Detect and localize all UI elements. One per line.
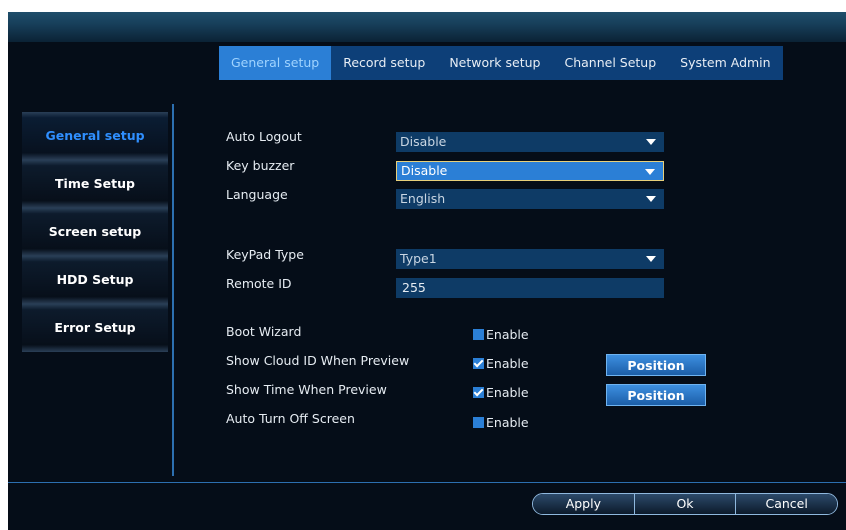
time-position-button[interactable]: Position (606, 384, 706, 406)
key-buzzer-value: Disable (401, 163, 448, 178)
boot-wizard-option: Enable (486, 326, 529, 342)
show-cloud-id-checkbox[interactable]: Enable (473, 355, 529, 371)
remote-id-input[interactable]: 255 (396, 278, 664, 298)
auto-logout-value: Disable (400, 134, 447, 149)
auto-turn-off-label: Auto Turn Off Screen (226, 411, 355, 426)
auto-turn-off-option: Enable (486, 414, 529, 430)
auto-logout-label: Auto Logout (226, 129, 302, 144)
tab-record-setup[interactable]: Record setup (331, 46, 438, 80)
cloud-id-position-button[interactable]: Position (606, 354, 706, 376)
boot-wizard-label: Boot Wizard (226, 324, 302, 339)
sidebar-item-error-setup[interactable]: Error Setup (22, 304, 168, 352)
language-value: English (400, 191, 446, 206)
boot-wizard-checkbox[interactable]: Enable (473, 326, 529, 342)
sidebar-item-time-setup[interactable]: Time Setup (22, 160, 168, 208)
show-cloud-id-option: Enable (486, 355, 529, 371)
checkmark-icon (473, 357, 484, 369)
show-time-checkbox[interactable]: Enable (473, 384, 529, 400)
cancel-button[interactable]: Cancel (735, 494, 837, 514)
tab-bar: General setup Record setup Network setup… (219, 46, 783, 80)
language-label: Language (226, 187, 288, 202)
footer-button-bar: Apply Ok Cancel (532, 493, 838, 515)
dvr-settings-screen: General setup Record setup Network setup… (8, 12, 846, 530)
keypad-type-select[interactable]: Type1 (396, 249, 664, 269)
chevron-down-icon (646, 139, 656, 145)
tab-network-setup[interactable]: Network setup (437, 46, 553, 80)
sidebar-item-general-setup[interactable]: General setup (22, 112, 168, 160)
show-time-option: Enable (486, 384, 529, 400)
keypad-type-value: Type1 (400, 251, 437, 266)
vertical-divider (172, 104, 174, 476)
show-cloud-id-label: Show Cloud ID When Preview (226, 353, 410, 368)
ok-button[interactable]: Ok (633, 494, 736, 514)
tab-general-setup[interactable]: General setup (219, 46, 332, 80)
language-select[interactable]: English (396, 189, 664, 209)
show-time-label: Show Time When Preview (226, 382, 387, 397)
sidebar: General setup Time Setup Screen setup HD… (22, 112, 168, 352)
chevron-down-icon (645, 169, 655, 175)
title-bar (8, 12, 846, 42)
auto-logout-select[interactable]: Disable (396, 132, 664, 152)
checkbox-icon (473, 416, 484, 428)
key-buzzer-select[interactable]: Disable (396, 161, 664, 181)
checkmark-icon (473, 386, 484, 398)
remote-id-label: Remote ID (226, 276, 292, 291)
chevron-down-icon (646, 196, 656, 202)
keypad-type-label: KeyPad Type (226, 247, 304, 262)
apply-button[interactable]: Apply (533, 494, 634, 514)
sidebar-item-hdd-setup[interactable]: HDD Setup (22, 256, 168, 304)
chevron-down-icon (646, 256, 656, 262)
tab-channel-setup[interactable]: Channel Setup (552, 46, 669, 80)
checkbox-icon (473, 328, 484, 340)
sidebar-item-screen-setup[interactable]: Screen setup (22, 208, 168, 256)
auto-turn-off-checkbox[interactable]: Enable (473, 414, 529, 430)
key-buzzer-label: Key buzzer (226, 158, 295, 173)
footer-divider (8, 482, 846, 483)
tab-system-admin[interactable]: System Admin (668, 46, 783, 80)
